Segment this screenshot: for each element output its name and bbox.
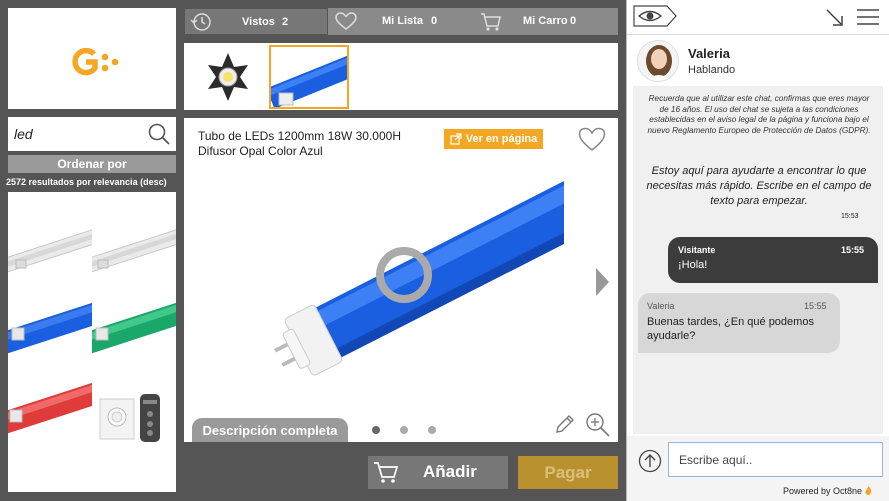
visitor-text: ¡Hola! (678, 259, 708, 271)
heart-icon (335, 12, 357, 30)
flame-icon (864, 486, 871, 495)
result-item[interactable] (8, 372, 92, 462)
g-logo-icon (72, 47, 119, 76)
cart-icon (481, 13, 501, 31)
search-input[interactable] (14, 123, 144, 145)
minimize-icon[interactable] (825, 8, 845, 28)
pay-button[interactable]: Pagar (518, 456, 618, 489)
upload-icon[interactable] (638, 449, 662, 473)
cart-icon (374, 462, 399, 483)
top-nav: Vistos 2 Mi Lista 0 Mi Carro 0 (184, 8, 618, 35)
avatar (637, 40, 679, 82)
pencil-icon[interactable] (554, 413, 576, 435)
eye-icon[interactable] (633, 5, 677, 27)
zoom-in-icon[interactable] (585, 412, 611, 438)
product-panel: Tubo de LEDs 1200mm 18W 30.000H Difusor … (184, 118, 618, 442)
add-to-cart-button[interactable]: Añadir (368, 456, 508, 489)
chat-message-input[interactable] (668, 442, 883, 477)
image-dot[interactable] (372, 426, 380, 434)
result-item[interactable] (8, 192, 92, 282)
powered-by[interactable]: Powered by Oct8ne (783, 486, 872, 496)
full-description-button[interactable]: Descripción completa (192, 418, 348, 442)
legal-notice: Recuerda que al utilizar este chat, conf… (647, 94, 871, 135)
logo-box (8, 8, 176, 109)
vistos-label: Vistos (242, 16, 275, 28)
results-count: 2572 resultados por relevancia (desc) (6, 177, 167, 187)
agent-name: Valeria (688, 46, 730, 61)
agent-message-name: Valeria (647, 301, 675, 311)
milista-count: 0 (431, 15, 438, 27)
add-label: Añadir (423, 462, 477, 481)
powered-by-label: Powered by Oct8ne (783, 486, 863, 496)
visitor-time: 15:55 (841, 245, 865, 255)
sort-button[interactable]: Ordenar por (8, 155, 176, 173)
welcome-time: 15:53 (841, 213, 859, 220)
result-item[interactable] (92, 372, 176, 462)
agent-message: Valeria 15:55 Buenas tardes, ¿En qué pod… (638, 293, 840, 353)
image-dot[interactable] (428, 426, 436, 434)
nav-micarro[interactable]: Mi Carro 0 (476, 8, 618, 35)
result-item[interactable] (8, 282, 92, 372)
agent-status: Hablando (688, 64, 736, 76)
history-icon (190, 13, 211, 31)
agent-info: Valeria Hablando (627, 34, 889, 84)
favorite-heart-icon[interactable] (578, 127, 606, 152)
nav-milista[interactable]: Mi Lista 0 (332, 8, 472, 35)
visitor-name: Visitante (678, 245, 716, 255)
milista-label: Mi Lista (382, 15, 423, 27)
nav-vistos[interactable]: Vistos 2 (184, 8, 328, 35)
result-item[interactable] (92, 192, 176, 282)
search-icon[interactable] (147, 122, 171, 146)
micarro-count: 0 (570, 15, 577, 27)
external-link-icon (450, 133, 462, 145)
agent-message-time: 15:55 (804, 301, 827, 311)
welcome-message: Estoy aquí para ayudarte a encontrar lo … (646, 165, 872, 207)
image-thumbnails (184, 43, 618, 110)
chat-panel: Valeria Hablando Recuerda que al utiliza… (626, 0, 889, 501)
view-on-page-button[interactable]: Ver en página (444, 129, 543, 149)
left-panel: Ordenar por 2572 resultados por relevanc… (0, 0, 184, 501)
micarro-label: Mi Carro (523, 15, 568, 27)
vistos-count: 2 (282, 16, 289, 28)
visitor-message: Visitante 15:55 ¡Hola! (668, 237, 878, 283)
chat-messages: Recuerda que al utilizar este chat, conf… (633, 86, 883, 434)
view-on-page-label: Ver en página (465, 133, 538, 145)
thumbnail-blue-tube[interactable] (269, 45, 349, 109)
chat-header (627, 0, 889, 34)
chat-footer: Powered by Oct8ne (627, 436, 889, 501)
image-dot[interactable] (400, 426, 408, 434)
product-title: Tubo de LEDs 1200mm 18W 30.000H Difusor … (198, 129, 401, 158)
thumbnail-star-led[interactable] (188, 45, 268, 109)
search-box (8, 117, 176, 151)
menu-icon[interactable] (856, 7, 880, 27)
next-image-arrow-icon[interactable] (594, 266, 610, 298)
agent-message-text: Buenas tardes, ¿En qué podemos ayudarle? (647, 316, 814, 342)
results-grid (8, 192, 176, 492)
result-item[interactable] (92, 282, 176, 372)
rotate-360-icon[interactable] (374, 245, 434, 305)
